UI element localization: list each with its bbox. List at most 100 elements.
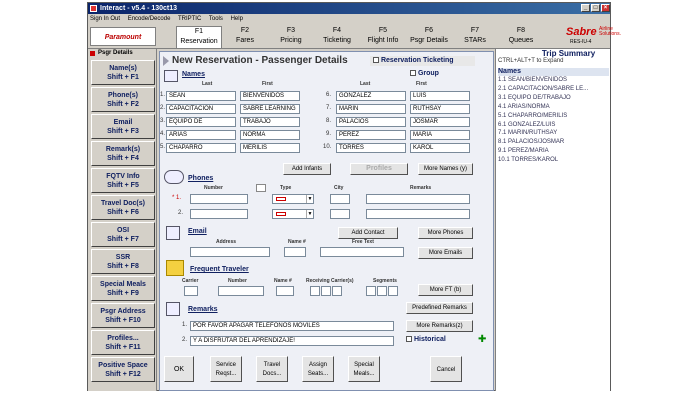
ok-button[interactable]: OK bbox=[164, 356, 194, 382]
fkey-reservation[interactable]: F1 Reservation bbox=[176, 26, 222, 48]
phone-city-input[interactable] bbox=[330, 194, 350, 204]
pax-first-input[interactable]: LUIS bbox=[410, 91, 470, 101]
sidebar-item-email[interactable]: Email Shift + F3 bbox=[91, 114, 155, 139]
special-meals-button[interactable]: Special Meals... bbox=[348, 356, 380, 382]
pax-last-input[interactable]: CHAPARRO bbox=[166, 143, 236, 153]
close-button[interactable]: × bbox=[601, 4, 610, 12]
ft-segment-input[interactable] bbox=[377, 286, 387, 296]
sidebar-item-special-meals[interactable]: Special Meals Shift + F9 bbox=[91, 276, 155, 301]
maximize-button[interactable]: □ bbox=[591, 4, 600, 12]
remark-input[interactable]: Y A DISFRUTAR DEL APRENDIZAJE! bbox=[190, 336, 394, 346]
ft-receiving-carrier-input[interactable] bbox=[332, 286, 342, 296]
travel-docs-button[interactable]: Travel Docs... bbox=[256, 356, 288, 382]
ft-receiving-carrier-input[interactable] bbox=[310, 286, 320, 296]
ft-receiving-carrier-input[interactable] bbox=[321, 286, 331, 296]
phone-remarks-input[interactable] bbox=[366, 209, 470, 219]
pax-first-input[interactable]: MERILIS bbox=[240, 143, 300, 153]
more-remarks-button[interactable]: More Remarks(z) bbox=[406, 320, 473, 332]
fkey-stars[interactable]: F7 STARs bbox=[452, 26, 498, 48]
more-emails-button[interactable]: More Emails bbox=[418, 247, 473, 259]
fkey-ticketing[interactable]: F4 Ticketing bbox=[314, 26, 360, 48]
historical-toggle[interactable]: Historical bbox=[406, 336, 446, 343]
phone-city-input[interactable] bbox=[330, 209, 350, 219]
phone-type-select[interactable]: ▼ bbox=[272, 194, 314, 204]
phone-number-input[interactable] bbox=[190, 209, 248, 219]
more-names-button[interactable]: More Names (y) bbox=[418, 163, 473, 175]
email-name-number-input[interactable] bbox=[284, 247, 306, 257]
pax-last-input[interactable]: TORRES bbox=[336, 143, 406, 153]
minimize-button[interactable]: _ bbox=[581, 4, 590, 12]
ft-name-number-input[interactable] bbox=[276, 286, 294, 296]
predefined-remarks-button[interactable]: Predefined Remarks bbox=[406, 302, 473, 314]
pax-first-input[interactable]: JOSMAR bbox=[410, 117, 470, 127]
res-ticketing-checkbox[interactable] bbox=[373, 57, 379, 64]
pax-last-input[interactable]: GONZALEZ bbox=[336, 91, 406, 101]
list-item[interactable]: 3.1 EQUIPO DE/TRABAJO bbox=[498, 94, 609, 103]
fkey-flight-info[interactable]: F5 Flight Info bbox=[360, 26, 406, 48]
sidebar-item-positive-space[interactable]: Positive Space Shift + F12 bbox=[91, 357, 155, 382]
fkey-pricing[interactable]: F3 Pricing bbox=[268, 26, 314, 48]
pax-first-input[interactable]: RUTHSAY bbox=[410, 104, 470, 114]
menu-triptic[interactable]: TRIPTIC bbox=[178, 16, 201, 22]
list-item[interactable]: 5.1 CHAPARRO/MERILIS bbox=[498, 112, 609, 121]
sidebar-item-profiles[interactable]: Profiles... Shift + F11 bbox=[91, 330, 155, 355]
sidebar-item-names[interactable]: Name(s) Shift + F1 bbox=[91, 60, 155, 85]
ft-number-input[interactable] bbox=[218, 286, 264, 296]
more-phones-button[interactable]: More Phones bbox=[418, 227, 473, 239]
pax-first-input[interactable]: BIENVENIDOS bbox=[240, 91, 300, 101]
list-item[interactable]: 7.1 MARIN/RUTHSAY bbox=[498, 129, 609, 138]
menu-help[interactable]: Help bbox=[231, 16, 243, 22]
list-item[interactable]: 2.1 CAPACITACION/SABRE LE... bbox=[498, 85, 609, 94]
pax-first-input[interactable]: NORMA bbox=[240, 130, 300, 140]
pax-last-input[interactable]: CAPACITACION bbox=[166, 104, 236, 114]
pax-last-input[interactable]: SEAN bbox=[166, 91, 236, 101]
phone-remarks-input[interactable] bbox=[366, 194, 470, 204]
list-item[interactable]: 9.1 PEREZ/MARIA bbox=[498, 147, 609, 156]
email-address-input[interactable] bbox=[190, 247, 270, 257]
reservation-ticketing-toggle[interactable]: Reservation Ticketing bbox=[370, 56, 475, 66]
list-item[interactable]: 4.1 ARIAS/NORMA bbox=[498, 103, 609, 112]
menu-signin[interactable]: Sign In Out bbox=[90, 16, 120, 22]
phone-flag-box[interactable] bbox=[256, 184, 266, 192]
menu-encode[interactable]: Encode/Decode bbox=[128, 16, 171, 22]
pax-last-input[interactable]: EQUIPO DE bbox=[166, 117, 236, 127]
pax-last-input[interactable]: MARIN bbox=[336, 104, 406, 114]
add-infants-button[interactable]: Add Infants bbox=[283, 163, 331, 175]
sidebar-item-psgr-address[interactable]: Psgr Address Shift + F10 bbox=[91, 303, 155, 328]
sidebar-item-osi[interactable]: OSI Shift + F7 bbox=[91, 222, 155, 247]
ft-segment-input[interactable] bbox=[366, 286, 376, 296]
historical-checkbox[interactable] bbox=[406, 336, 412, 343]
assign-seats-button[interactable]: Assign Seats... bbox=[302, 356, 334, 382]
pax-first-input[interactable]: MARIA bbox=[410, 130, 470, 140]
add-contact-button[interactable]: Add Contact bbox=[338, 227, 398, 239]
sidebar-item-travel-docs[interactable]: Travel Doc(s) Shift + F6 bbox=[91, 195, 155, 220]
phone-type-select[interactable]: ▼ bbox=[272, 209, 314, 219]
menu-tools[interactable]: Tools bbox=[209, 16, 223, 22]
pax-last-input[interactable]: PALACIOS bbox=[336, 117, 406, 127]
sidebar-item-fqtv[interactable]: FQTV Info Shift + F5 bbox=[91, 168, 155, 193]
phone-number-input[interactable] bbox=[190, 194, 248, 204]
sidebar-item-remarks[interactable]: Remark(s) Shift + F4 bbox=[91, 141, 155, 166]
profiles-button[interactable]: Profiles bbox=[350, 163, 408, 175]
pax-first-input[interactable]: TRABAJO bbox=[240, 117, 300, 127]
pax-last-input[interactable]: ARIAS bbox=[166, 130, 236, 140]
pax-last-input[interactable]: PEREZ bbox=[336, 130, 406, 140]
list-item[interactable]: 6.1 GONZALEZ/LUIS bbox=[498, 121, 609, 130]
remark-input[interactable]: POR FAVOR APAGAR TELEFONOS MOVILES bbox=[190, 321, 394, 331]
sidebar-item-ssr[interactable]: SSR Shift + F8 bbox=[91, 249, 155, 274]
ft-segment-input[interactable] bbox=[388, 286, 398, 296]
add-icon[interactable]: ✚ bbox=[478, 335, 486, 345]
pax-first-input[interactable]: KAROL bbox=[410, 143, 470, 153]
ft-carrier-input[interactable] bbox=[184, 286, 198, 296]
more-ft-button[interactable]: More FT (b) bbox=[418, 284, 473, 296]
sidebar-item-phones[interactable]: Phone(s) Shift + F2 bbox=[91, 87, 155, 112]
cancel-button[interactable]: Cancel bbox=[430, 356, 462, 382]
pax-first-input[interactable]: SABRE LEARNING bbox=[240, 104, 300, 114]
group-toggle[interactable]: Group bbox=[410, 70, 439, 77]
fkey-queues[interactable]: F8 Queues bbox=[498, 26, 544, 48]
fkey-fares[interactable]: F2 Fares bbox=[222, 26, 268, 48]
service-request-button[interactable]: Service Reqst... bbox=[210, 356, 242, 382]
list-item[interactable]: 1.1 SEAN/BIENVENIDOS bbox=[498, 76, 609, 85]
email-free-text-input[interactable] bbox=[320, 247, 404, 257]
group-checkbox[interactable] bbox=[410, 70, 416, 77]
